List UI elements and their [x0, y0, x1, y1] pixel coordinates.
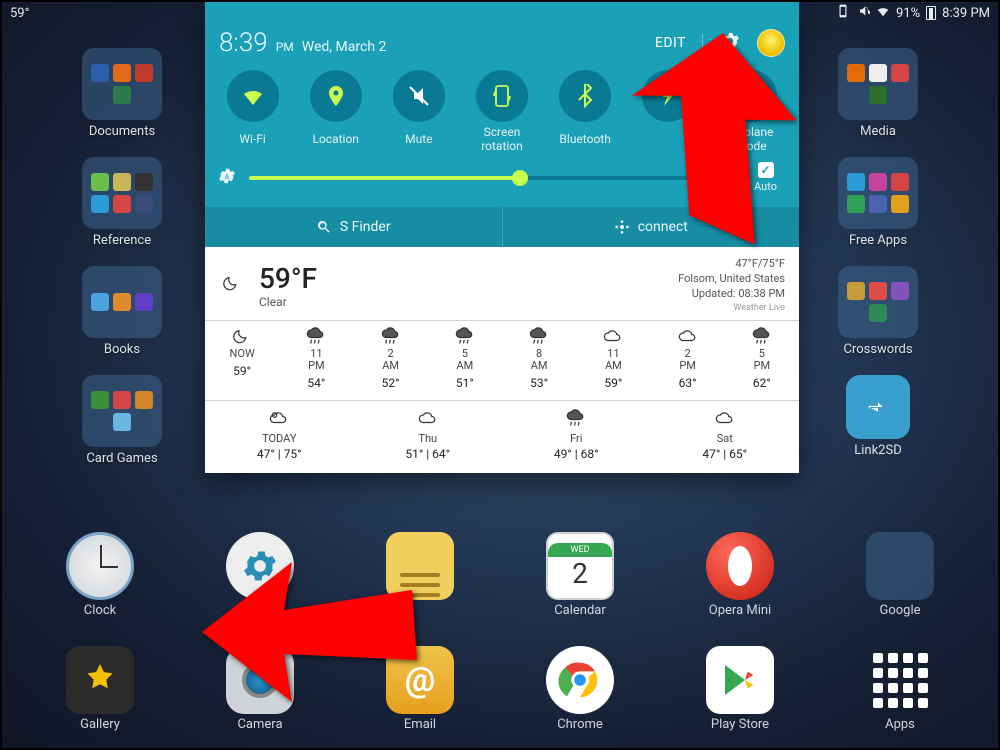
dock-row-2: Gallery Camera @Email Chrome Play Store … — [52, 646, 948, 732]
vibrate-icon — [836, 4, 850, 22]
toggle-airplane-mode[interactable]: Airplanemode — [710, 70, 793, 154]
app-calendar[interactable]: WED2Calendar — [532, 532, 628, 618]
weather-provider: Weather Live — [678, 302, 785, 314]
folder-media[interactable]: Media — [830, 48, 926, 139]
app-chrome[interactable]: Chrome — [532, 646, 628, 732]
folder-books[interactable]: Books — [74, 266, 170, 357]
app-play-store[interactable]: Play Store — [692, 646, 788, 732]
dock-row-1: Clock Settings Email WED2Calendar Opera … — [52, 532, 948, 618]
brightness-slider[interactable] — [249, 176, 742, 180]
folder-card-games[interactable]: Card Games — [74, 375, 170, 466]
hourly-cell: 5PM62° — [725, 321, 799, 400]
hourly-cell: 2PM63° — [651, 321, 725, 400]
folder-documents[interactable]: Documents — [74, 48, 170, 139]
status-time: 8:39 PM — [942, 6, 990, 21]
folder-google[interactable]: Google — [852, 532, 948, 618]
user-avatar[interactable] — [757, 29, 785, 57]
folder-crosswords[interactable]: Crosswords — [830, 266, 926, 357]
toggle-bluetooth[interactable]: Bluetooth — [544, 70, 627, 154]
auto-brightness-checkbox[interactable]: ✓Auto — [754, 162, 777, 193]
weather-hilo: 47°F/75°F — [678, 257, 785, 272]
toggle-wi-fi[interactable]: Wi-Fi — [211, 70, 294, 154]
daily-forecast: TODAY47° | 75°Thu51° | 64°Fri49° | 68°Sa… — [205, 401, 799, 473]
hourly-cell: NOW59° — [205, 321, 279, 400]
toggle-location[interactable]: Location — [294, 70, 377, 154]
edit-button[interactable]: EDIT — [655, 35, 686, 51]
notification-panel[interactable]: 8:39 PM Wed, March 2 EDIT Wi-FiLocationM… — [205, 2, 799, 473]
app-notes[interactable]: Email — [372, 532, 468, 618]
weather-location: Folsom, United States — [678, 272, 785, 287]
panel-datetime: 8:39 PM Wed, March 2 — [219, 28, 386, 58]
hourly-forecast: NOW59°11PM54°2AM52°5AM51°8AM53°11AM59°2P… — [205, 321, 799, 401]
wifi-icon — [876, 4, 890, 22]
hourly-cell: 5AM51° — [428, 321, 502, 400]
weather-card[interactable]: 59°F Clear 47°F/75°F Folsom, United Stat… — [205, 247, 799, 473]
app-drawer[interactable]: Apps — [852, 646, 948, 732]
outdoor-temp: 59° — [10, 6, 29, 21]
app-link2sd[interactable]: Link2SD — [830, 375, 926, 458]
brightness-row: A ✓Auto — [205, 156, 799, 207]
s-finder-button[interactable]: S Finder — [205, 207, 503, 247]
current-temp: 59°F — [259, 262, 317, 295]
toggle-screen-rotation[interactable]: Screenrotation — [460, 70, 543, 154]
moon-icon — [219, 274, 245, 296]
daily-cell: Fri49° | 68° — [502, 401, 651, 473]
app-gallery[interactable]: Gallery — [52, 646, 148, 732]
app-email[interactable]: @Email — [372, 646, 468, 732]
daily-cell: TODAY47° | 75° — [205, 401, 354, 473]
quick-toggles: Wi-FiLocationMuteScreenrotationBluetooth… — [205, 64, 799, 156]
battery-percent: 91% — [896, 6, 920, 21]
quick-connect-button[interactable]: connect — [503, 207, 800, 247]
mute-icon — [856, 4, 870, 22]
daily-cell: Sat47° | 65° — [651, 401, 800, 473]
daily-cell: Thu51° | 64° — [354, 401, 503, 473]
folder-reference[interactable]: Reference — [74, 157, 170, 248]
weather-updated: Updated: 08:38 PM — [678, 287, 785, 302]
right-folder-column: Media Free Apps Crosswords Link2SD — [818, 48, 938, 476]
folder-free-apps[interactable]: Free Apps — [830, 157, 926, 248]
app-opera-mini[interactable]: Opera Mini — [692, 532, 788, 618]
left-folder-column: Documents Reference Books Card Games — [62, 48, 182, 484]
app-clock[interactable]: Clock — [52, 532, 148, 618]
app-camera[interactable]: Camera — [212, 646, 308, 732]
auto-brightness-icon: A — [217, 166, 237, 190]
hourly-cell: 8AM53° — [502, 321, 576, 400]
hourly-cell: 11PM54° — [279, 321, 353, 400]
svg-text:A: A — [225, 172, 230, 181]
app-settings[interactable]: Settings — [212, 532, 308, 618]
toggle-flash[interactable] — [627, 70, 710, 154]
settings-gear-icon[interactable] — [719, 30, 741, 56]
hourly-cell: 2AM52° — [354, 321, 428, 400]
current-condition: Clear — [259, 295, 317, 309]
battery-icon — [926, 6, 936, 20]
toggle-mute[interactable]: Mute — [377, 70, 460, 154]
hourly-cell: 11AM59° — [576, 321, 650, 400]
